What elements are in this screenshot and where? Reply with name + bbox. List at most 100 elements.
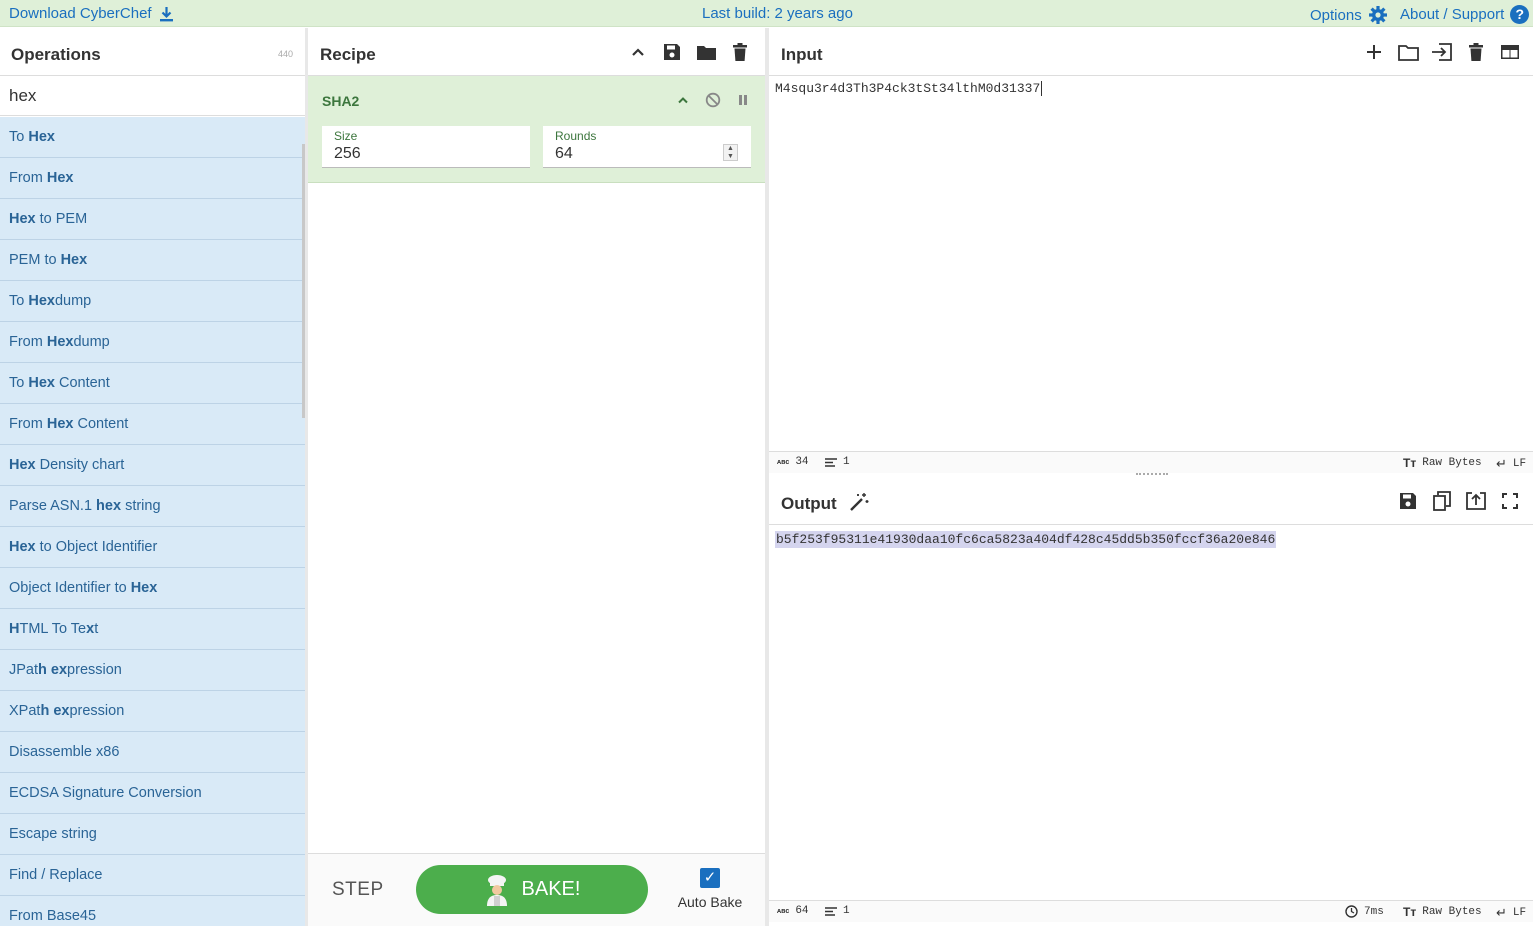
operation-item[interactable]: Escape string [0, 814, 305, 855]
operation-item[interactable]: Hex to PEM [0, 199, 305, 240]
operation-item[interactable]: Parse ASN.1 hex string [0, 486, 305, 527]
operations-panel: Operations 440 To HexFrom HexHex to PEMP… [0, 28, 305, 926]
chevron-up-icon[interactable] [672, 89, 694, 111]
recipe-operation-sha2[interactable]: SHA2 Size 256 Rounds 64 ▲ ▼ [308, 76, 765, 183]
output-length-stat: ᴀʙᴄ 64 [777, 905, 809, 917]
input-file-icon[interactable] [1431, 41, 1453, 63]
size-label: Size [334, 129, 358, 143]
operation-item[interactable]: From Base45 [0, 896, 305, 926]
options-label: Options [1310, 6, 1362, 24]
recipe-header: Recipe [308, 28, 765, 76]
copy-icon[interactable] [1431, 490, 1453, 512]
output-lines-stat: 1 [825, 905, 850, 917]
save-icon[interactable] [661, 41, 683, 63]
operation-item[interactable]: From Hexdump [0, 322, 305, 363]
io-resize-handle[interactable] [1136, 473, 1168, 475]
input-encoding[interactable]: Tт Raw Bytes [1403, 456, 1482, 470]
output-header: Output [769, 477, 1533, 525]
recipe-title: Recipe [320, 45, 376, 64]
search-input[interactable] [0, 76, 303, 115]
auto-bake-label: Auto Bake [677, 894, 743, 910]
trash-icon[interactable] [1465, 41, 1487, 63]
output-eol[interactable]: ↵ LF [1496, 905, 1526, 921]
input-length-stat: ᴀʙᴄ 34 [777, 456, 809, 468]
bake-bar: STEP BAKE! ✓ Auto Bake [308, 853, 765, 926]
operation-item[interactable]: Object Identifier to Hex [0, 568, 305, 609]
input-lines-stat: 1 [825, 456, 850, 468]
operation-item[interactable]: JPath expression [0, 650, 305, 691]
options-button[interactable]: Options [1310, 5, 1388, 25]
input-title: Input [781, 45, 823, 64]
operation-item[interactable]: From Hex [0, 158, 305, 199]
output-encoding[interactable]: Tт Raw Bytes [1403, 905, 1482, 919]
operation-name: SHA2 [322, 93, 360, 109]
save-icon[interactable] [1397, 490, 1419, 512]
text-size-icon: Tт [1403, 456, 1417, 470]
operation-item[interactable]: To Hex Content [0, 363, 305, 404]
about-support-button[interactable]: About / Support ? [1400, 5, 1530, 24]
trash-icon[interactable] [729, 41, 751, 63]
size-field[interactable]: Size 256 [322, 126, 530, 168]
output-length: 64 [795, 905, 809, 917]
operation-item[interactable]: ECDSA Signature Conversion [0, 773, 305, 814]
clock-icon [1345, 905, 1358, 918]
input-textarea[interactable]: M4squ3r4d3Th3P4ck3tSt34lthM0d31337 [775, 81, 1043, 96]
rounds-label: Rounds [555, 129, 597, 143]
input-lines: 1 [843, 456, 850, 468]
operation-item[interactable]: To Hexdump [0, 281, 305, 322]
return-icon: ↵ [1496, 456, 1507, 471]
plus-icon[interactable] [1363, 41, 1385, 63]
bake-button[interactable]: BAKE! [416, 865, 648, 914]
maximise-icon[interactable] [1499, 490, 1521, 512]
gear-icon [1368, 6, 1387, 24]
pause-icon[interactable] [732, 89, 754, 111]
bake-time: 7ms [1364, 905, 1384, 918]
rounds-stepper[interactable]: ▲ ▼ [723, 144, 738, 161]
about-label: About / Support [1400, 6, 1505, 23]
operations-search [0, 76, 305, 116]
replace-input-icon[interactable] [1465, 490, 1487, 512]
lines-icon [825, 906, 837, 916]
download-label: Download CyberChef [9, 5, 152, 22]
input-eol-label: LF [1512, 458, 1527, 470]
download-link[interactable]: Download CyberChef [9, 5, 174, 22]
folder-icon[interactable] [695, 41, 717, 63]
size-value: 256 [334, 145, 361, 162]
input-encoding-label: Raw Bytes [1422, 457, 1482, 469]
input-status-bar: ᴀʙᴄ 34 1 Tт Raw Bytes ↵ LF [769, 451, 1533, 473]
operation-item[interactable]: Hex to Object Identifier [0, 527, 305, 568]
operation-item[interactable]: Disassemble x86 [0, 732, 305, 773]
operations-list: To Hex From Hex Hex to PEM PEM to Hex To Hex… [0, 117, 305, 926]
layout-icon[interactable] [1499, 41, 1521, 63]
auto-bake-toggle[interactable]: ✓ Auto Bake [677, 868, 743, 910]
disable-icon[interactable] [702, 89, 724, 111]
folder-icon[interactable] [1397, 41, 1419, 63]
top-banner: Download CyberChef Last build: 2 years a… [0, 0, 1533, 27]
operation-item[interactable]: Hex Density chart [0, 445, 305, 486]
magic-wand-icon[interactable] [848, 491, 870, 513]
text-size-icon: Tт [1403, 905, 1417, 919]
operations-title: Operations [11, 45, 101, 64]
input-text: M4squ3r4d3Th3P4ck3tSt34lthM0d31337 [775, 81, 1041, 96]
operation-item[interactable]: HTML To Text [0, 609, 305, 650]
rounds-value: 64 [555, 145, 573, 162]
operation-item[interactable]: Find / Replace [0, 855, 305, 896]
output-status-bar: ᴀʙᴄ 64 1 7ms Tт Raw Bytes ↵ LF [769, 900, 1533, 922]
input-length: 34 [795, 456, 809, 468]
rounds-field[interactable]: Rounds 64 ▲ ▼ [543, 126, 751, 168]
step-button[interactable]: STEP [332, 879, 384, 901]
operation-item[interactable]: XPath expression [0, 691, 305, 732]
output-encoding-label: Raw Bytes [1422, 906, 1482, 918]
checkmark-icon[interactable]: ✓ [700, 868, 720, 888]
operation-item[interactable]: From Hex Content [0, 404, 305, 445]
output-eol-label: LF [1512, 907, 1527, 919]
input-eol[interactable]: ↵ LF [1496, 456, 1526, 472]
operation-item[interactable]: To Hex [0, 117, 305, 158]
output-lines: 1 [843, 905, 850, 917]
output-text[interactable]: b5f253f95311e41930daa10fc6ca5823a404df42… [775, 531, 1277, 548]
download-icon [159, 6, 173, 21]
collapse-all-icon[interactable] [627, 41, 649, 63]
operation-item[interactable]: PEM to Hex [0, 240, 305, 281]
return-icon: ↵ [1496, 905, 1507, 920]
input-header: Input [769, 28, 1533, 76]
